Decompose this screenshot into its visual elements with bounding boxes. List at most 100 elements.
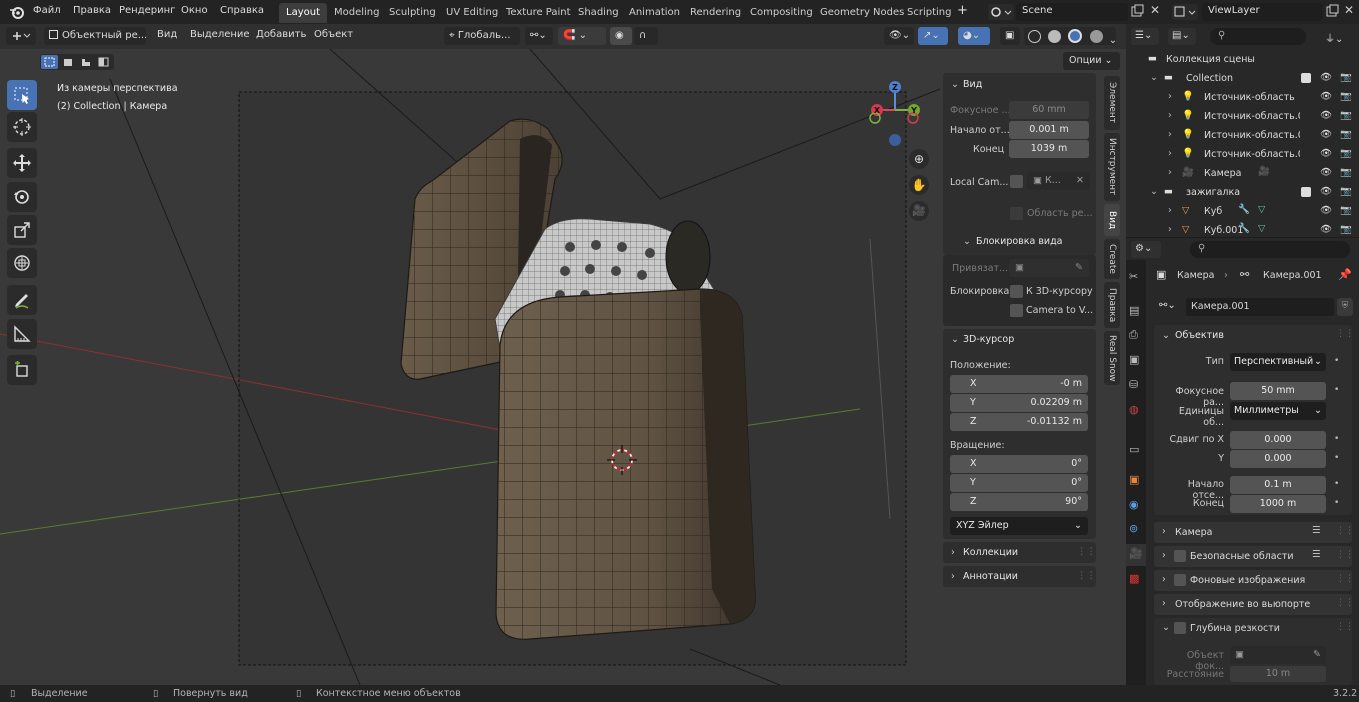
keyframe-dot-icon[interactable]: •	[1334, 356, 1339, 366]
tab-texture-paint[interactable]: Texture Paint	[499, 3, 578, 23]
render-region-checkbox[interactable]	[1010, 207, 1023, 220]
clip-end-field[interactable]: 1000 m	[1230, 495, 1326, 513]
eyedropper-icon[interactable]: ✎	[1313, 649, 1321, 660]
camera-section[interactable]: › Камера ☰ ⋮⋮	[1154, 522, 1354, 543]
add-cube-tool-icon[interactable]	[7, 355, 37, 385]
material-shading-icon[interactable]	[1068, 29, 1083, 43]
drag-handle-icon[interactable]: ⋮⋮	[1336, 598, 1354, 608]
render-camera-icon[interactable]: 📷	[1340, 129, 1352, 140]
expand-arrow-icon[interactable]: ›	[1168, 129, 1172, 140]
scene-name-field[interactable]: Scene	[1016, 3, 1128, 21]
lens-title[interactable]: Объектив	[1175, 330, 1224, 341]
blender-logo-icon[interactable]	[9, 4, 25, 20]
cursor-tool-icon[interactable]	[7, 112, 37, 142]
lock-to-object-field[interactable]: ▣ ✎	[1009, 259, 1089, 277]
constraints-props-icon[interactable]: ⊚	[1129, 522, 1138, 535]
annotations-section[interactable]: › Аннотации ⋮⋮	[943, 566, 1096, 587]
transform-orientation-dropdown[interactable]: ⌖ Глобаль...	[444, 27, 520, 45]
camera-to-view-checkbox[interactable]	[1010, 304, 1023, 317]
shift-y-field[interactable]: 0.000	[1230, 450, 1326, 468]
properties-editor-icon[interactable]: ⚙⌄	[1131, 241, 1161, 258]
dof-chevron-icon[interactable]: ⌄	[1162, 622, 1170, 633]
render-camera-icon[interactable]: 📷	[1340, 224, 1352, 235]
copy-view-layer-icon[interactable]	[1325, 4, 1340, 19]
tab-sculpting[interactable]: Sculpting	[382, 3, 443, 23]
lock-chevron-icon[interactable]: ⌄	[963, 236, 971, 247]
mesh-data-icon[interactable]: ▽	[1258, 204, 1265, 215]
mesh-data-icon[interactable]: ▽	[1258, 223, 1265, 234]
expand-arrow-icon[interactable]: ⌄	[1150, 186, 1158, 197]
menu-file[interactable]: Файл	[33, 5, 61, 16]
dof-distance-field[interactable]: 10 m	[1230, 666, 1326, 682]
keyframe-dot-icon[interactable]: •	[1334, 498, 1339, 508]
tab-real-snow[interactable]: Real Snow	[1104, 331, 1120, 385]
camera-data-icon[interactable]: 🎥	[1258, 166, 1270, 177]
tab-geometry-nodes[interactable]: Geometry Nodes	[813, 3, 911, 23]
render-props-icon[interactable]: ▤	[1129, 304, 1139, 317]
dof-title[interactable]: Глубина резкости	[1190, 623, 1280, 634]
drag-handle-icon[interactable]: ⋮⋮	[1336, 550, 1354, 560]
xray-icon[interactable]: ▣	[1000, 27, 1020, 45]
render-camera-icon[interactable]: 📷	[1340, 72, 1352, 83]
lens-chevron-icon[interactable]: ⌄	[1162, 330, 1170, 341]
outliner-row[interactable]: › 💡 Источник-область.00 👁 📷	[1126, 145, 1359, 164]
cursor-rotation-z-field[interactable]: Z 90°	[950, 493, 1088, 511]
collections-section[interactable]: › Коллекции ⋮⋮	[943, 542, 1096, 563]
options-dropdown[interactable]: Опции ⌄	[1063, 52, 1120, 70]
outliner-editor-icon[interactable]: ☰⌄	[1131, 28, 1159, 45]
select-invert-icon[interactable]	[95, 55, 112, 69]
lens-focal-field[interactable]: 50 mm	[1230, 382, 1326, 400]
menu-edit[interactable]: Правка	[73, 5, 111, 16]
drag-handle-icon[interactable]: ⋮⋮	[1336, 622, 1354, 632]
view-layer-props-icon[interactable]: ▣	[1129, 353, 1139, 366]
outliner-row[interactable]: › 💡 Источник-область.00 👁 📷	[1126, 107, 1359, 126]
tab-item[interactable]: Элемент	[1104, 76, 1120, 130]
menu-render[interactable]: Рендеринг	[119, 5, 175, 16]
texture-props-icon[interactable]: ▩	[1129, 572, 1139, 585]
clip-start-field[interactable]: 0.1 m	[1230, 476, 1326, 494]
background-images-section[interactable]: › Фоновые изображения ⋮⋮	[1154, 570, 1354, 591]
add-workspace-button[interactable]: +	[957, 3, 968, 18]
clip-start-field[interactable]: 0.001 m	[1009, 121, 1089, 139]
expand-arrow-icon[interactable]: ›	[1168, 91, 1172, 102]
eye-icon[interactable]: 👁	[1320, 148, 1332, 159]
drag-handle-icon[interactable]: ⋮⋮	[1077, 570, 1096, 581]
filter-icon[interactable]: ⏚⌄	[1321, 28, 1351, 45]
viewport-menu-view[interactable]: Вид	[157, 29, 177, 40]
lens-type-dropdown[interactable]: Перспективный ⌄	[1230, 353, 1326, 371]
presets-list-icon[interactable]: ☰	[1312, 525, 1321, 536]
outliner-row[interactable]: › 💡 Источник-область 👁 📷	[1126, 88, 1359, 107]
tool-props-icon[interactable]: ✂	[1129, 270, 1138, 283]
proportional-edit-icon[interactable]: ◉	[610, 27, 632, 45]
safe-areas-checkbox[interactable]	[1174, 550, 1186, 562]
view-chevron-icon[interactable]: ⌄	[951, 79, 959, 90]
tab-scripting[interactable]: Scripting	[900, 3, 958, 23]
snap-icon[interactable]: 🧲 ⌄	[558, 27, 606, 45]
transform-tool-icon[interactable]	[7, 248, 37, 278]
outliner-row[interactable]: › 💡 Источник-область.00 👁 📷	[1126, 126, 1359, 145]
3d-cursor-title[interactable]: 3D-курсор	[963, 334, 1014, 345]
eye-icon[interactable]: 👁	[1320, 72, 1332, 83]
keyframe-dot-icon[interactable]: •	[1334, 434, 1339, 444]
eye-icon[interactable]: 👁	[1320, 167, 1332, 178]
scene-icon[interactable]	[988, 4, 1014, 20]
copy-scene-icon[interactable]	[1130, 4, 1145, 19]
keyframe-dot-icon[interactable]: •	[1334, 385, 1339, 395]
render-camera-icon[interactable]: 📷	[1340, 167, 1352, 178]
move-tool-icon[interactable]	[7, 148, 37, 178]
modifier-wrench-icon[interactable]: 🔧	[1238, 204, 1250, 215]
shading-chevron-icon[interactable]: ⌄	[1109, 35, 1116, 45]
solid-shading-icon[interactable]	[1048, 30, 1062, 43]
local-camera-field[interactable]: ▣ К... ✕	[1027, 172, 1090, 190]
tab-compositing[interactable]: Compositing	[743, 3, 820, 23]
select-new-icon[interactable]	[41, 55, 58, 69]
dof-focus-object-field[interactable]: ▣ ✎	[1230, 646, 1326, 664]
close-view-layer-icon[interactable]: ✕	[1344, 3, 1354, 17]
eye-icon[interactable]: 👁	[1320, 186, 1332, 197]
dof-checkbox[interactable]	[1174, 622, 1186, 634]
select-box-tool-icon[interactable]	[7, 80, 37, 110]
tab-modeling[interactable]: Modeling	[327, 3, 387, 23]
outliner-root-row[interactable]: ▬ Коллекция сцены	[1126, 50, 1359, 69]
expand-arrow-icon[interactable]: ›	[1168, 110, 1172, 121]
background-images-checkbox[interactable]	[1174, 574, 1186, 586]
